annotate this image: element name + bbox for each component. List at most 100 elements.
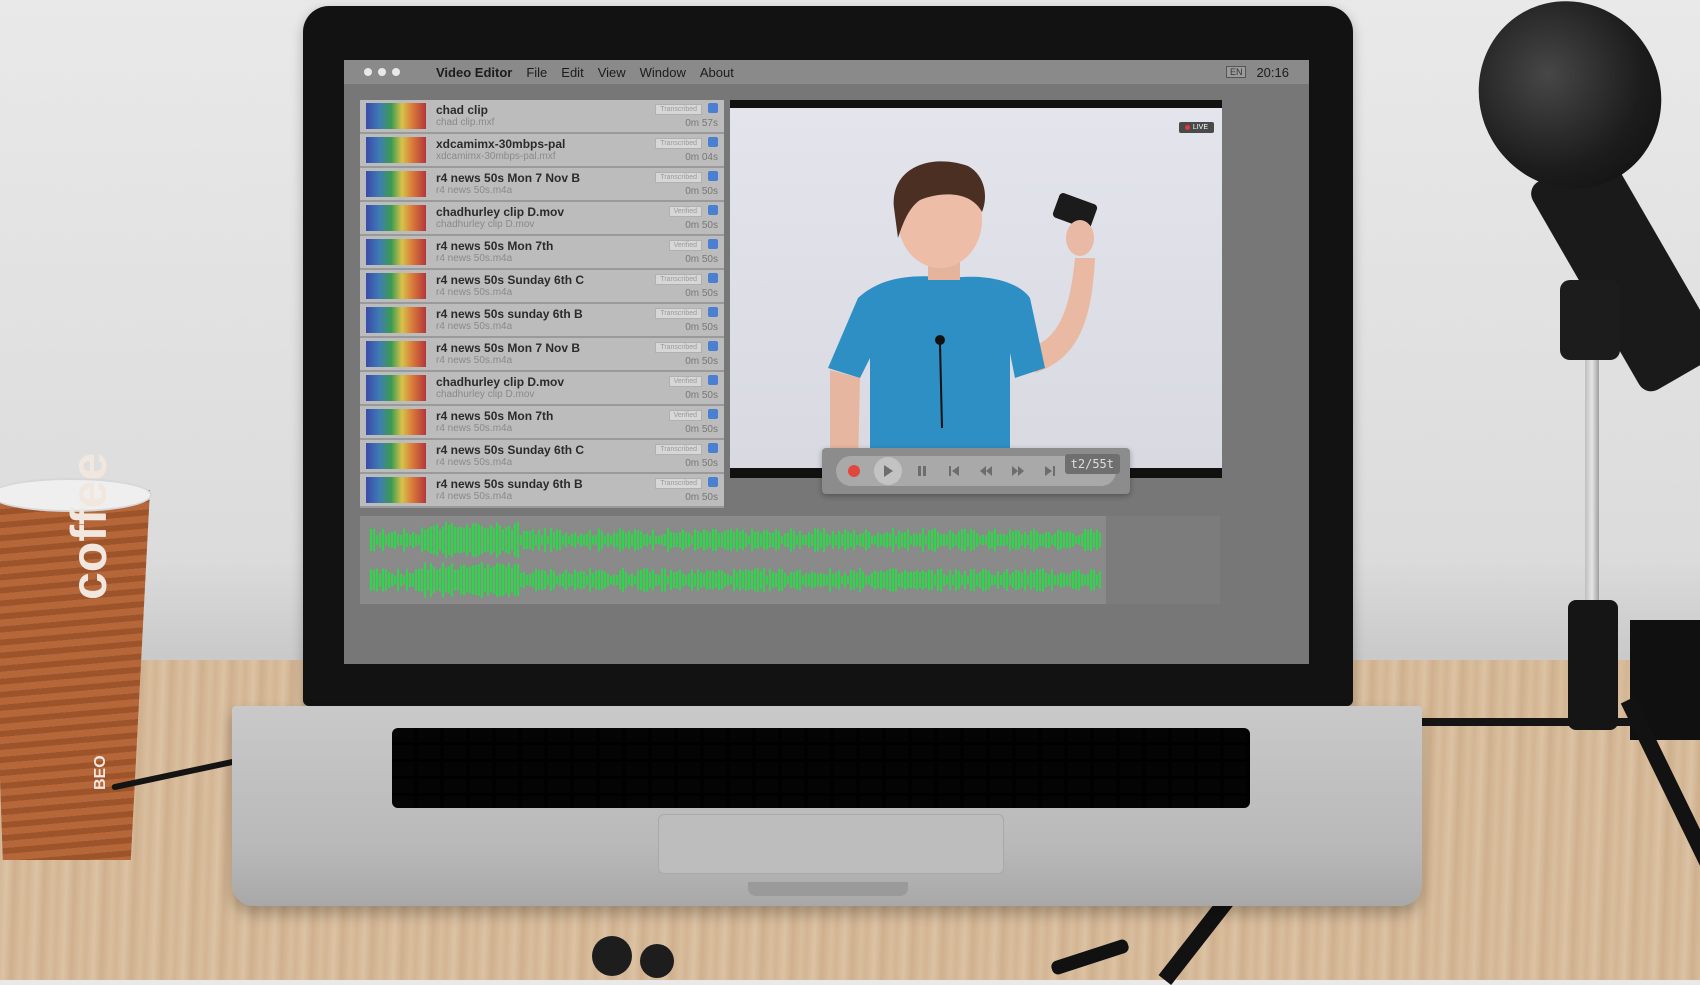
waveform-track-1[interactable] <box>360 522 1220 558</box>
waveform-bar <box>886 570 888 590</box>
file-select-checkbox[interactable] <box>708 205 718 215</box>
record-button[interactable] <box>842 459 866 483</box>
file-select-checkbox[interactable] <box>708 409 718 419</box>
file-thumbnail <box>366 409 426 435</box>
waveform-bar <box>1024 569 1026 591</box>
waveform-bar <box>901 532 903 548</box>
waveform-bar <box>877 532 879 548</box>
waveform-track-2[interactable] <box>360 562 1220 598</box>
waveform-bar <box>661 568 663 592</box>
waveform-bar <box>1060 572 1062 588</box>
file-select-checkbox[interactable] <box>708 137 718 147</box>
audio-waveform-timeline[interactable] <box>360 516 1220 604</box>
zoom-window-button[interactable] <box>392 68 400 76</box>
waveform-bar <box>496 562 498 598</box>
waveform-bar <box>604 571 606 589</box>
waveform-bar <box>709 570 711 590</box>
minimize-window-button[interactable] <box>378 68 386 76</box>
waveform-bar <box>640 570 642 590</box>
waveform-bar <box>577 535 579 545</box>
waveform-bar <box>871 535 873 545</box>
file-name: r4 news 50s.m4a <box>436 321 513 332</box>
menu-about[interactable]: About <box>700 65 734 80</box>
waveform-bar <box>523 571 525 589</box>
waveform-bar <box>811 571 813 589</box>
rewind-button[interactable] <box>974 459 998 483</box>
pause-button[interactable] <box>910 459 934 483</box>
file-select-checkbox[interactable] <box>708 171 718 181</box>
waveform-bar <box>532 572 534 588</box>
laptop-trackpad <box>658 814 1004 874</box>
video-preview[interactable]: LIVE <box>730 100 1222 478</box>
file-list-item[interactable]: r4 news 50s Sunday 6th Cr4 news 50s.m4a T… <box>360 440 724 472</box>
file-list-item[interactable]: r4 news 50s sunday 6th Br4 news 50s.m4a T… <box>360 474 724 506</box>
waveform-bar <box>904 569 906 591</box>
waveform-bar <box>1015 569 1017 591</box>
file-thumbnail <box>366 171 426 197</box>
waveform-bar <box>421 568 423 592</box>
waveform-bar <box>1066 532 1068 548</box>
file-select-checkbox[interactable] <box>708 375 718 385</box>
file-list-item[interactable]: r4 news 50s Sunday 6th Cr4 news 50s.m4a T… <box>360 270 724 302</box>
waveform-bar <box>445 567 447 593</box>
file-select-checkbox[interactable] <box>708 477 718 487</box>
file-status-badge: Transcribed <box>655 478 702 489</box>
fast-forward-button[interactable] <box>1006 459 1030 483</box>
waveform-bar <box>556 575 558 585</box>
waveform-bar <box>628 530 630 550</box>
waveform-bar <box>736 528 738 552</box>
skip-back-button[interactable] <box>942 459 966 483</box>
file-list-item[interactable]: xdcamimx-30mbps-pal xdcamimx-30mbps-pal.m… <box>360 134 724 166</box>
waveform-bar <box>946 534 948 546</box>
file-select-checkbox[interactable] <box>708 443 718 453</box>
file-list-item[interactable]: r4 news 50s Mon 7 Nov Br4 news 50s.m4a Tr… <box>360 338 724 370</box>
waveform-bar <box>769 532 771 548</box>
close-window-button[interactable] <box>364 68 372 76</box>
waveform-bar <box>454 569 456 591</box>
input-language-indicator[interactable]: EN <box>1225 66 1247 78</box>
waveform-bar <box>751 570 753 590</box>
menu-app-name[interactable]: Video Editor <box>436 65 512 80</box>
waveform-bar <box>649 535 651 545</box>
waveform-bar <box>898 530 900 550</box>
file-thumbnail <box>366 273 426 299</box>
waveform-bar <box>379 573 381 587</box>
menu-window[interactable]: Window <box>640 65 686 80</box>
file-select-checkbox[interactable] <box>708 103 718 113</box>
waveform-bar <box>607 573 609 587</box>
waveform-bar <box>517 563 519 597</box>
waveform-bar <box>685 532 687 548</box>
waveform-bar <box>703 529 705 551</box>
skip-forward-button[interactable] <box>1038 459 1062 483</box>
file-select-checkbox[interactable] <box>708 273 718 283</box>
waveform-bar <box>526 530 528 550</box>
menu-file[interactable]: File <box>526 65 547 80</box>
waveform-bar <box>436 524 438 556</box>
waveform-bar <box>433 567 435 593</box>
waveform-bar <box>1015 530 1017 550</box>
file-list-item[interactable]: r4 news 50s sunday 6th Br4 news 50s.m4a T… <box>360 304 724 336</box>
waveform-bar <box>721 570 723 590</box>
file-list-item[interactable]: r4 news 50s Mon 7th r4 news 50s.m4a Verifi… <box>360 406 724 438</box>
waveform-bar <box>670 531 672 549</box>
menu-edit[interactable]: Edit <box>561 65 583 80</box>
waveform-bar <box>586 575 588 585</box>
waveform-bar <box>766 575 768 585</box>
file-list-item[interactable]: chadhurley clip D.mov chadhurley clip D.m… <box>360 202 724 234</box>
file-select-checkbox[interactable] <box>708 239 718 249</box>
file-select-checkbox[interactable] <box>708 341 718 351</box>
waveform-bar <box>916 534 918 546</box>
waveform-bar <box>664 533 666 547</box>
file-list-item[interactable]: r4 news 50s Mon 7th r4 news 50s.m4a Verifi… <box>360 236 724 268</box>
file-list-item[interactable]: chadhurley clip D.mov chadhurley clip D.m… <box>360 372 724 404</box>
menu-view[interactable]: View <box>598 65 626 80</box>
waveform-bar <box>1039 533 1041 547</box>
waveform-bar <box>859 568 861 592</box>
file-select-checkbox[interactable] <box>708 307 718 317</box>
waveform-bar <box>865 529 867 551</box>
file-list-item[interactable]: chad clip chad clip.mxf Transcribed 0m 57s <box>360 100 724 132</box>
file-duration: 0m 50s <box>685 288 718 299</box>
play-button[interactable] <box>874 457 902 485</box>
file-title: chad clip <box>436 103 489 117</box>
file-list-item[interactable]: r4 news 50s Mon 7 Nov Br4 news 50s.m4a Tr… <box>360 168 724 200</box>
